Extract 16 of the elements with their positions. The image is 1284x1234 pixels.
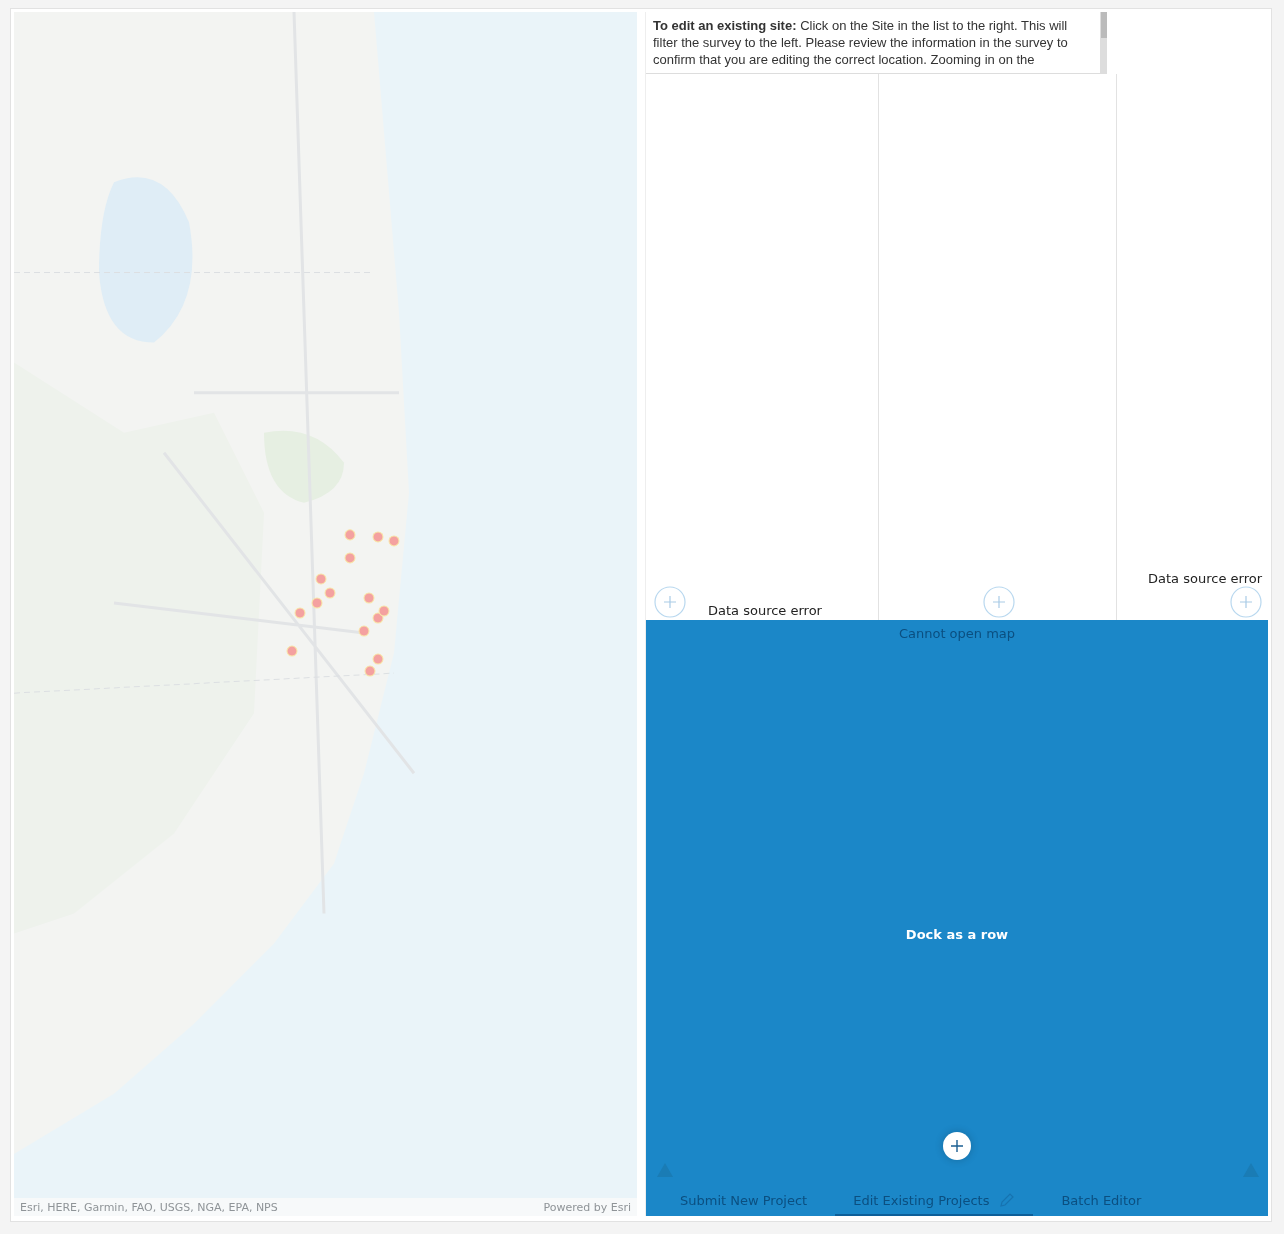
powered-by-text: Powered by Esri xyxy=(543,1200,631,1214)
error-message: Data source error xyxy=(1148,571,1262,586)
dock-label: Dock as a row xyxy=(905,927,1009,942)
add-icon xyxy=(950,1139,964,1153)
add-icon[interactable] xyxy=(982,586,1015,618)
add-icon[interactable] xyxy=(654,586,686,618)
map-attribution: Esri, HERE, Garmin, FAO, USGS, NGA, EPA, NPS xyxy=(20,1200,278,1214)
error-message: Data source error xyxy=(708,603,822,618)
tab[interactable]: Edit Existing Projects xyxy=(835,1186,1034,1216)
error-message: Cannot open map xyxy=(898,626,1016,641)
tab[interactable]: Batch Editor xyxy=(1043,1186,1160,1216)
tab[interactable]: Submit New Project xyxy=(662,1186,826,1216)
add-button[interactable] xyxy=(943,1132,971,1160)
pencil-icon xyxy=(999,1192,1016,1208)
add-icon[interactable] xyxy=(1230,586,1262,618)
scrollbar[interactable] xyxy=(1101,12,1107,74)
